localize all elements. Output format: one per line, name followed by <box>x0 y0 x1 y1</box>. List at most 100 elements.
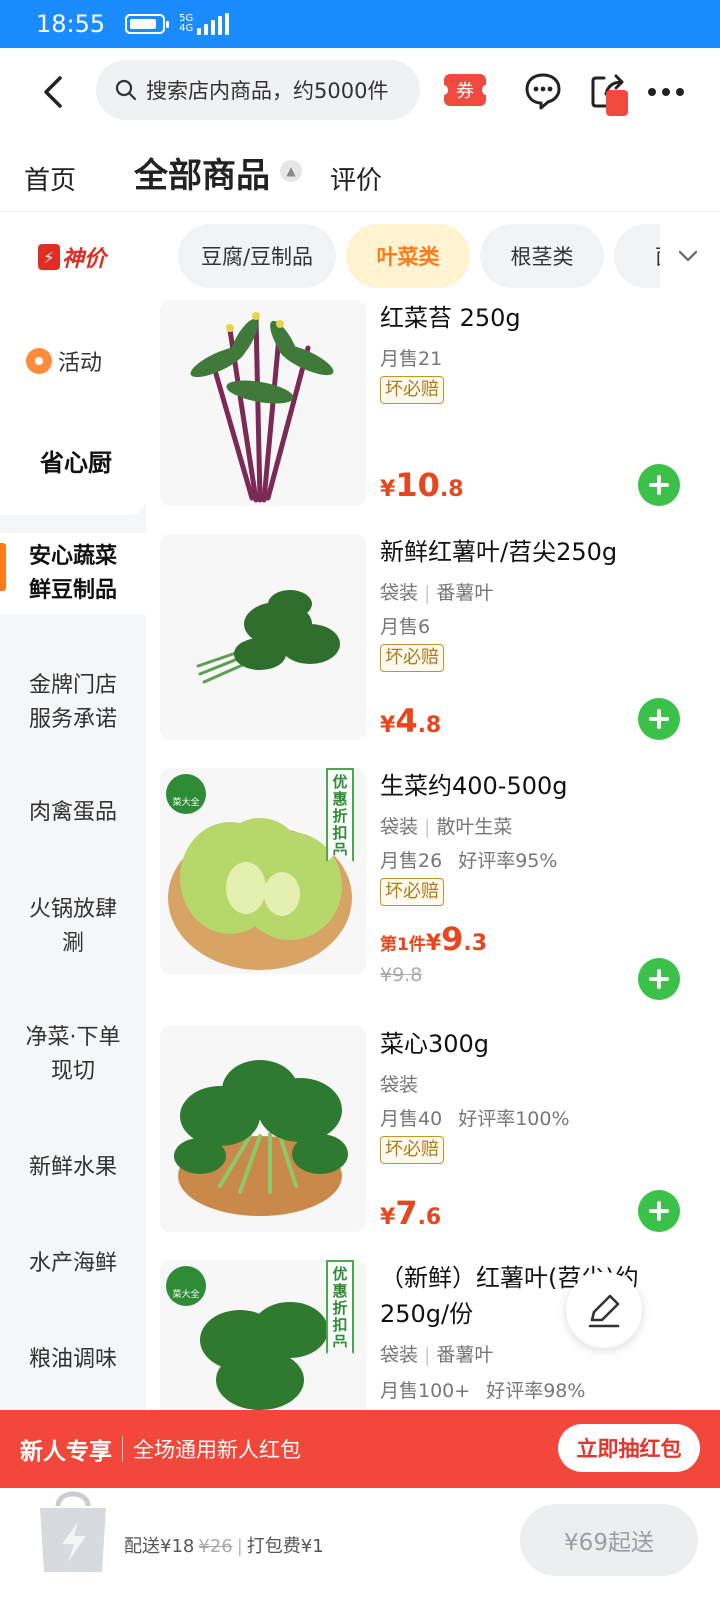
chip-tofu[interactable]: 豆腐/豆制品 <box>178 224 336 288</box>
add-to-cart-button[interactable] <box>638 464 680 506</box>
sidebar-item-label: 粮油调味 <box>28 1347 117 1372</box>
edit-floating-button[interactable] <box>566 1272 642 1348</box>
product-spec: 袋装 | 番薯叶 <box>380 582 494 604</box>
product-item[interactable]: 红菜苔 250g 月售21 坏必赔 ¥10.8 <box>146 300 720 534</box>
tab-reviews[interactable]: 评价 <box>330 160 382 197</box>
add-to-cart-button[interactable] <box>638 1190 680 1232</box>
sidebar-activity-label: 活动 <box>58 351 103 376</box>
new-user-banner[interactable]: 新人专享 全场通用新人红包 立即抽红包 <box>0 1410 720 1488</box>
category-sidebar: ⚡ 神价 活动 省心厨 安心蔬菜鲜豆制品 金牌门店服务承诺 肉禽蛋品 火锅放肆涮… <box>0 213 146 1411</box>
delivery-fee-original: ¥26 <box>198 1536 233 1557</box>
product-sales: 月售21 <box>380 348 443 370</box>
sidebar-item-activity[interactable]: 活动 <box>26 345 102 377</box>
delivery-fee: 配送¥18 <box>124 1536 195 1557</box>
sidebar-item-hotpot[interactable]: 火锅放肆涮 <box>0 893 146 961</box>
back-arrow-icon[interactable] <box>34 72 74 112</box>
spec-variety: 散叶生菜 <box>436 816 513 838</box>
product-image[interactable] <box>160 1026 366 1232</box>
product-sales: 月售40 好评率100% <box>380 1104 570 1131</box>
product-image[interactable]: 菜大全 优惠折扣品 <box>160 1260 366 1410</box>
product-sales: 月售26 好评率95% <box>380 846 557 873</box>
price-integer: 9 <box>441 920 464 958</box>
sidebar-item-chef[interactable]: 省心厨 <box>40 443 112 478</box>
network-indicator: 5G 4G <box>179 14 193 34</box>
more-icon[interactable] <box>648 88 684 96</box>
price-decimal: .6 <box>417 1205 442 1230</box>
activity-icon <box>26 348 52 374</box>
spec-variety: 番薯叶 <box>436 582 494 604</box>
product-price: 第1件¥9.3 <box>380 920 487 958</box>
collapse-caret-icon[interactable]: ▲ <box>280 160 302 182</box>
price-integer: 4 <box>395 702 418 740</box>
message-icon[interactable] <box>524 72 562 110</box>
add-to-cart-button[interactable] <box>638 958 680 1000</box>
chip-root-veg[interactable]: 根茎类 <box>480 224 604 288</box>
sidebar-item-gold-store[interactable]: 金牌门店服务承诺 <box>0 669 146 737</box>
vegetable-image <box>174 1060 348 1216</box>
shopping-bag-icon[interactable] <box>34 1478 112 1578</box>
product-name: 生菜约400-500g <box>380 772 568 800</box>
spec-package: 袋装 <box>380 1344 419 1366</box>
product-item[interactable]: 菜大全 优惠折扣品 （新鲜）红薯叶(苕尖)约250g/份 袋装 | 番薯叶 月售10… <box>146 1260 720 1410</box>
product-sales: 月售6 <box>380 616 431 638</box>
sidebar-item-seafood[interactable]: 水产海鲜 <box>0 1247 146 1281</box>
sidebar-item-grain-oil[interactable]: 粮油调味 <box>0 1343 146 1377</box>
original-price: ¥9.8 <box>380 964 423 986</box>
red-packet-icon[interactable] <box>606 90 628 116</box>
search-input[interactable]: 搜索店内商品，约5000件 <box>96 60 420 120</box>
discount-tag: 优惠折扣品 <box>326 1260 354 1354</box>
product-price: ¥10.8 <box>380 466 464 504</box>
delivery-fee-info: 配送¥18 ¥26 | 打包费¥1 <box>124 1532 324 1558</box>
status-time: 18:55 <box>36 10 106 38</box>
guarantee-badge: 坏必赔 <box>380 376 444 404</box>
chip-leafy-greens[interactable]: 叶菜类 <box>346 224 470 288</box>
price-prefix: 第1件 <box>380 935 426 955</box>
product-item[interactable]: 菜大全 优惠折扣品 生菜约400-500g 袋装 | 散叶生菜 月售26 好评率95%… <box>146 768 720 1026</box>
sidebar-item-label: 安心蔬菜鲜豆制品 <box>28 544 117 603</box>
positive-rate: 好评率98% <box>486 1380 586 1402</box>
sidebar-item-label: 肉禽蛋品 <box>28 800 117 825</box>
banner-divider <box>122 1436 123 1462</box>
product-image[interactable] <box>160 534 366 740</box>
banner-title: 新人专享 <box>20 1439 112 1465</box>
positive-rate: 好评率95% <box>458 850 558 872</box>
tab-home[interactable]: 首页 <box>24 160 76 197</box>
chevron-down-icon[interactable] <box>676 244 700 268</box>
brand-logo: 菜大全 <box>166 1266 206 1306</box>
price-currency: ¥ <box>425 931 442 956</box>
sidebar-promo-section: ⚡ 神价 活动 省心厨 <box>0 213 146 515</box>
product-name: 新鲜红薯叶/苕尖250g <box>380 538 618 566</box>
price-integer: 7 <box>395 1194 418 1232</box>
pencil-icon <box>588 1294 620 1328</box>
sidebar-item-deal[interactable]: ⚡ 神价 <box>38 241 106 273</box>
add-to-cart-button[interactable] <box>638 698 680 740</box>
coupon-button[interactable]: 券 <box>440 74 490 106</box>
tab-all-products[interactable]: 全部商品 <box>128 148 270 201</box>
product-image[interactable]: 菜大全 优惠折扣品 <box>160 768 366 974</box>
product-item[interactable]: 新鲜红薯叶/苕尖250g 袋装 | 番薯叶 月售6 坏必赔 ¥4.8 <box>146 534 720 768</box>
brand-logo: 菜大全 <box>166 774 206 814</box>
price-integer: 10 <box>395 466 440 504</box>
product-image[interactable] <box>160 300 366 506</box>
app-root: 18:55 5G 4G 搜索店内商品，约5000件 券 首页 全部商品 ▲ 评价… <box>0 0 720 1600</box>
positive-rate: 好评率100% <box>458 1108 570 1130</box>
vegetable-image <box>196 590 340 684</box>
product-spec: 袋装 <box>380 1070 418 1097</box>
chip-mushroom[interactable]: 菌菇 <box>614 224 660 288</box>
min-order-button[interactable]: ¥69起送 <box>520 1504 698 1576</box>
product-price: ¥7.6 <box>380 1194 441 1232</box>
sidebar-item-vegetables[interactable]: 安心蔬菜鲜豆制品 <box>0 533 146 615</box>
sidebar-item-label: 净菜·下单现切 <box>25 1025 121 1084</box>
sales-count: 月售100+ <box>380 1380 471 1402</box>
sidebar-item-meat-eggs[interactable]: 肉禽蛋品 <box>0 796 146 830</box>
sales-count: 月售40 <box>380 1108 443 1130</box>
sidebar-item-fresh-cut[interactable]: 净菜·下单现切 <box>0 1021 146 1089</box>
product-name: 菜心300g <box>380 1030 490 1058</box>
fee-separator: | <box>236 1536 243 1557</box>
sidebar-item-fruit[interactable]: 新鲜水果 <box>0 1151 146 1185</box>
main-tabs: 首页 全部商品 ▲ 评价 <box>0 140 720 212</box>
price-decimal: .8 <box>439 477 464 502</box>
draw-red-packet-button[interactable]: 立即抽红包 <box>558 1424 700 1472</box>
price-currency: ¥ <box>380 713 396 738</box>
product-item[interactable]: 菜心300g 袋装 月售40 好评率100% 坏必赔 ¥7.6 <box>146 1026 720 1260</box>
